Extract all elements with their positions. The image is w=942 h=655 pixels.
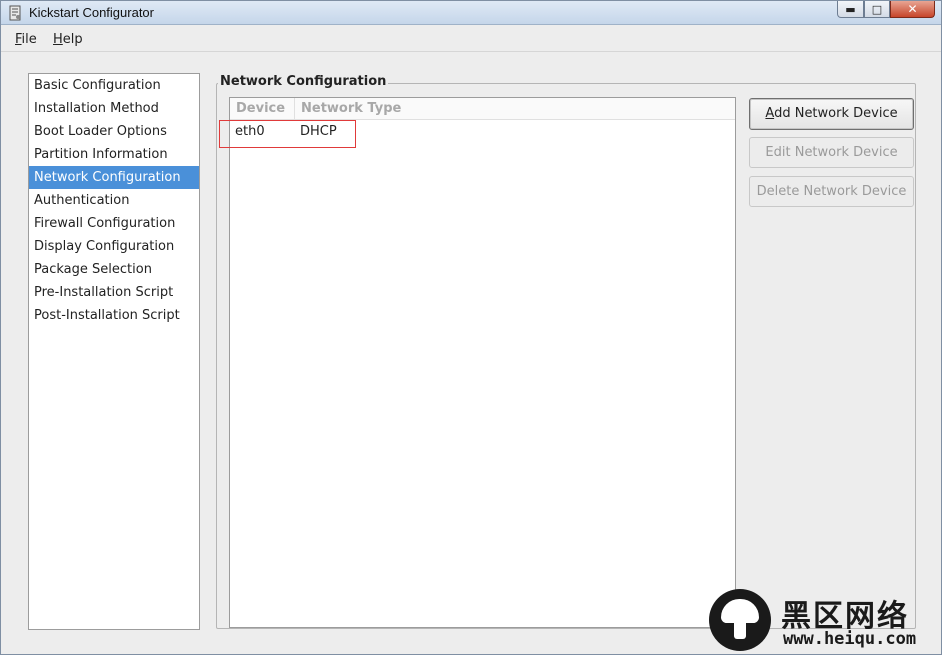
menu-help[interactable]: Help [53,32,83,47]
minimize-button[interactable]: ▬ [837,1,864,18]
sidebar-item-network-configuration[interactable]: Network Configuration [29,166,199,189]
section-title: Network Configuration [218,74,389,89]
add-button-accel: A [765,106,775,121]
sidebar-item-post-installation-script[interactable]: Post-Installation Script [29,304,199,327]
sidebar-item-pre-installation-script[interactable]: Pre-Installation Script [29,281,199,304]
watermark: 黑区网络 www.heiqu.com [709,589,939,651]
menu-file[interactable]: File [15,32,37,47]
maximize-button[interactable]: □ [864,1,890,18]
network-device-table[interactable]: Device Network Type eth0 DHCP [229,97,736,628]
add-network-device-button[interactable]: Add Network Device [749,98,914,130]
menu-file-label: ile [21,32,37,47]
annotation-highlight-box [219,120,356,148]
close-button[interactable]: ✕ [890,1,935,18]
sidebar-item-partition-information[interactable]: Partition Information [29,143,199,166]
add-button-label: dd Network Device [774,106,898,121]
title-bar[interactable]: Kickstart Configurator ▬ □ ✕ [1,1,941,25]
menu-help-label: elp [62,32,83,47]
watermark-logo-icon [709,589,771,651]
minimize-icon: ▬ [845,2,856,16]
window-title: Kickstart Configurator [29,5,154,20]
sidebar-item-authentication[interactable]: Authentication [29,189,199,212]
maximize-icon: □ [871,2,883,16]
app-icon [9,5,21,21]
watermark-url: www.heiqu.com [783,629,917,649]
close-icon: ✕ [907,2,918,16]
column-header-network-type[interactable]: Network Type [295,98,495,120]
sidebar-item-basic-configuration[interactable]: Basic Configuration [29,74,199,97]
sidebar-item-display-configuration[interactable]: Display Configuration [29,235,199,258]
sidebar-item-boot-loader-options[interactable]: Boot Loader Options [29,120,199,143]
sidebar-item-installation-method[interactable]: Installation Method [29,97,199,120]
app-window: Kickstart Configurator ▬ □ ✕ File Help B… [0,0,942,655]
menu-bar: File Help [1,26,941,52]
category-list: Basic Configuration Installation Method … [28,73,200,630]
edit-network-device-button[interactable]: Edit Network Device [749,137,914,168]
menu-help-accel: H [53,32,63,47]
table-header: Device Network Type [230,98,735,120]
column-header-device[interactable]: Device [230,98,295,120]
sidebar-item-firewall-configuration[interactable]: Firewall Configuration [29,212,199,235]
delete-network-device-button[interactable]: Delete Network Device [749,176,914,207]
sidebar-item-package-selection[interactable]: Package Selection [29,258,199,281]
